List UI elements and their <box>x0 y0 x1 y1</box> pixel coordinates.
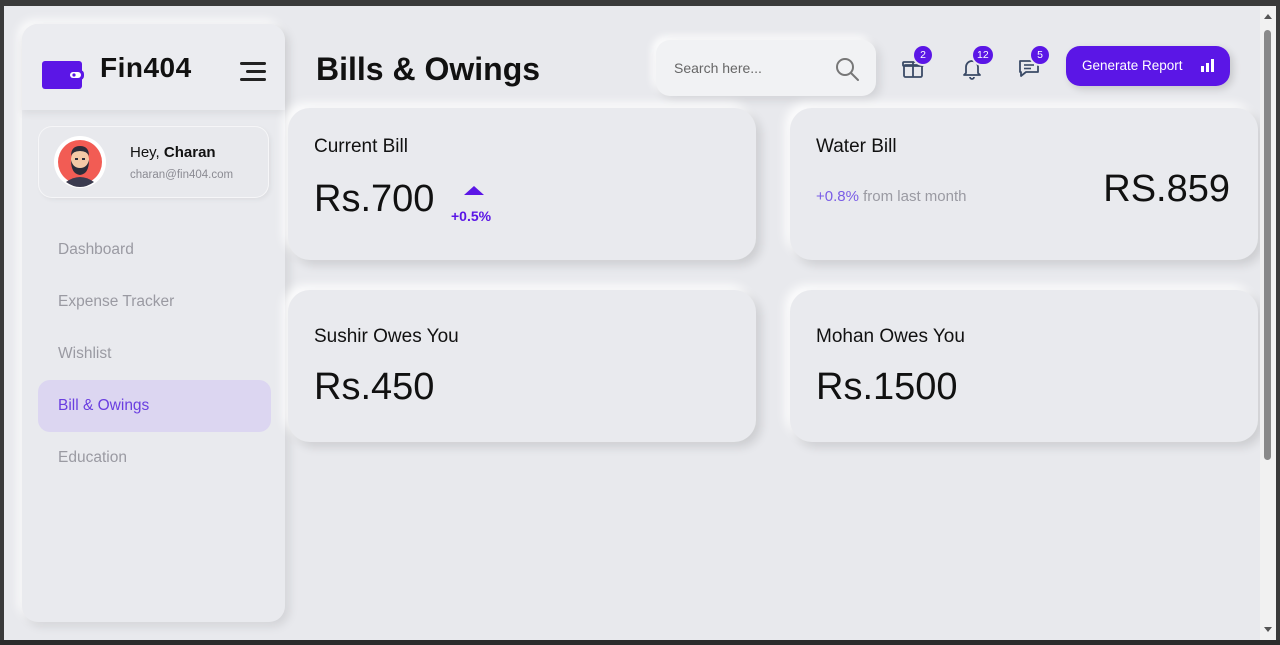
gift-button[interactable]: 2 <box>899 46 932 84</box>
water-bill-change-suffix: from last month <box>863 188 967 205</box>
user-card[interactable]: Hey, Charan charan@fin404.com <box>38 126 269 198</box>
brand-name: Fin404 <box>100 52 192 83</box>
sidebar-item-expense-tracker[interactable]: Expense Tracker <box>38 276 271 328</box>
notifications-button[interactable]: 12 <box>958 46 993 84</box>
messages-button[interactable]: 5 <box>1015 46 1049 84</box>
menu-icon[interactable] <box>240 60 266 82</box>
notifications-badge: 12 <box>973 46 993 64</box>
search-icon[interactable] <box>834 56 860 82</box>
water-bill-title: Water Bill <box>816 136 897 157</box>
trend-up-icon <box>464 186 484 195</box>
sushir-owes-amount: Rs.450 <box>314 366 435 408</box>
sushir-owes-title: Sushir Owes You <box>314 326 459 347</box>
messages-badge: 5 <box>1031 46 1049 64</box>
user-greeting: Hey, Charan <box>130 144 216 161</box>
search-box <box>656 40 876 96</box>
avatar <box>54 136 106 188</box>
mohan-owes-amount: Rs.1500 <box>816 366 958 408</box>
app-viewport: Fin404 Hey, Charan charan@fin404.com Das… <box>4 6 1260 640</box>
current-bill-title: Current Bill <box>314 136 408 157</box>
sushir-owes-card: Sushir Owes You Rs.450 <box>288 290 756 442</box>
gift-badge: 2 <box>914 46 932 64</box>
water-bill-change-text: +0.8% from last month <box>816 188 967 205</box>
current-bill-amount: Rs.700 <box>314 178 435 220</box>
sidebar: Fin404 Hey, Charan charan@fin404.com Das… <box>22 24 285 622</box>
generate-report-button[interactable]: Generate Report <box>1066 46 1230 86</box>
search-input[interactable] <box>674 58 824 78</box>
user-email: charan@fin404.com <box>130 169 234 181</box>
wallet-icon <box>42 61 84 89</box>
mohan-owes-title: Mohan Owes You <box>816 326 965 347</box>
current-bill-change: +0.5% <box>451 208 492 224</box>
scroll-down-icon[interactable] <box>1264 627 1272 632</box>
current-bill-trend: +0.5% <box>451 184 499 228</box>
water-bill-card: Water Bill +0.8% from last month RS.859 <box>790 108 1258 260</box>
taskbar-strip <box>0 640 1280 645</box>
scroll-up-icon[interactable] <box>1264 14 1272 19</box>
sidebar-nav: Dashboard Expense Tracker Wishlist Bill … <box>38 224 271 484</box>
sidebar-item-dashboard[interactable]: Dashboard <box>38 224 271 276</box>
sidebar-item-bill-owings[interactable]: Bill & Owings <box>38 380 271 432</box>
sidebar-item-education[interactable]: Education <box>38 432 271 484</box>
current-bill-card: Current Bill Rs.700 +0.5% <box>288 108 756 260</box>
water-bill-amount: RS.859 <box>1103 168 1230 210</box>
brand-bar: Fin404 <box>22 24 285 110</box>
vertical-scrollbar[interactable] <box>1260 6 1276 640</box>
sidebar-item-wishlist[interactable]: Wishlist <box>38 328 271 380</box>
generate-report-label: Generate Report <box>1082 58 1183 73</box>
water-bill-change: +0.8% <box>816 188 859 205</box>
bar-chart-icon <box>1201 59 1214 72</box>
mohan-owes-card: Mohan Owes You Rs.1500 <box>790 290 1258 442</box>
page-title: Bills & Owings <box>316 51 541 87</box>
user-name: Charan <box>163 144 216 161</box>
scroll-thumb[interactable] <box>1264 30 1271 460</box>
